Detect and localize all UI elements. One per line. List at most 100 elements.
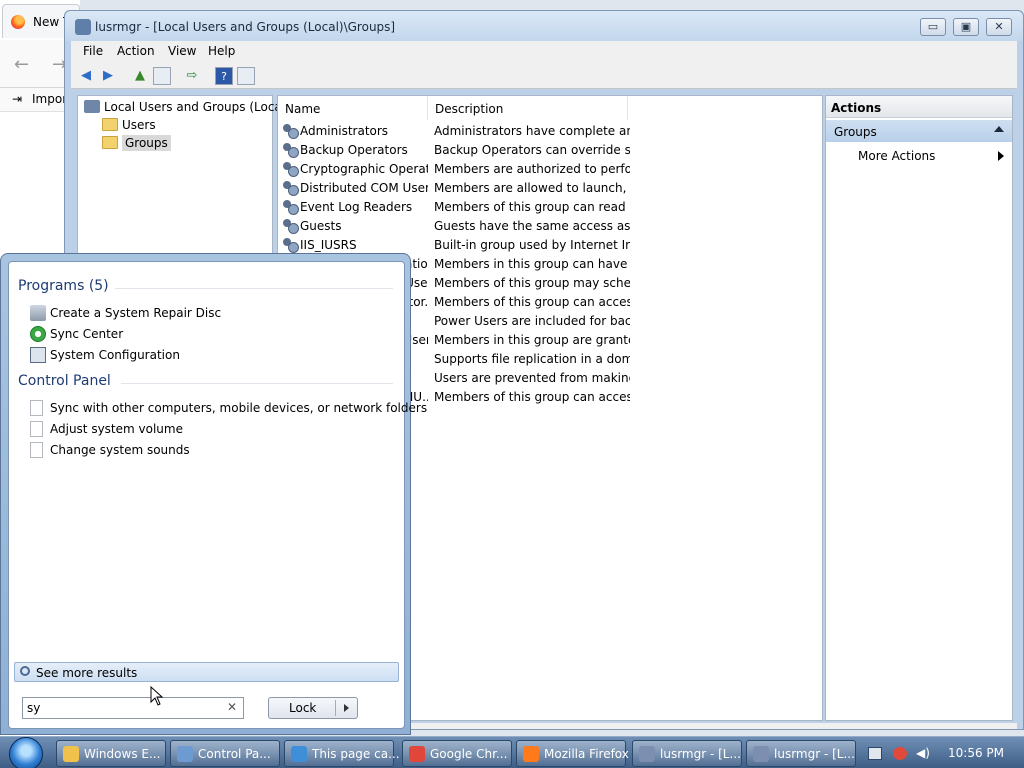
forward-icon[interactable]: ▶ (99, 67, 117, 85)
table-row[interactable]: Event Log Readers Members of this group c… (282, 198, 802, 217)
group-description: Guests have the same access as m... (434, 219, 630, 233)
group-description: Backup Operators can override se... (434, 143, 630, 157)
title-bar[interactable]: lusrmgr - [Local Users and Groups (Local… (65, 11, 1023, 41)
group-name: Cryptographic Operat... (300, 162, 428, 176)
taskbar-app-icon (63, 746, 79, 762)
group-icon (282, 237, 299, 253)
taskbar: Windows E... Control Pa... This page ca...… (0, 736, 1024, 768)
collapse-icon[interactable] (994, 126, 1004, 132)
taskbar-button[interactable]: This page ca... (284, 740, 400, 767)
action-center-icon[interactable] (893, 747, 907, 760)
taskbar-button-label: lusrmgr - [L... (774, 747, 855, 761)
menu-view[interactable]: View (168, 44, 196, 58)
programs-header: Programs (5) (18, 278, 109, 294)
group-name: Administrators (300, 124, 389, 138)
actions-group-groups[interactable]: Groups (826, 120, 1012, 142)
start-menu: Programs (5) Create a System Repair Disc… (0, 253, 427, 735)
import-bookmark[interactable]: Impor (32, 92, 67, 106)
start-search-box[interactable]: ✕ (22, 697, 244, 719)
toolbar: ◀ ▶ ▲ ⇨ ? (71, 63, 1017, 89)
group-icon (282, 218, 299, 234)
tree-item-users[interactable]: Users (102, 118, 156, 132)
firefox-icon (11, 15, 25, 29)
start-search-input[interactable] (27, 700, 217, 716)
group-description: Power Users are included for back... (434, 314, 630, 328)
export-list-icon[interactable]: ⇨ (183, 67, 201, 85)
taskbar-button[interactable]: Google Chr... (402, 740, 512, 767)
group-name: Guests (300, 219, 342, 233)
taskbar-button-label: Control Pa... (198, 747, 271, 761)
result-label: Sync with other computers, mobile device… (50, 401, 428, 415)
column-header-description[interactable]: Description (428, 96, 628, 120)
menu-help[interactable]: Help (208, 44, 235, 58)
group-description: Members of this group may sche... (434, 276, 630, 290)
taskbar-button-label: lusrmgr - [L... (660, 747, 741, 761)
taskbar-button[interactable]: Mozilla Firefox (516, 740, 629, 767)
group-icon (282, 199, 299, 215)
table-row[interactable]: Distributed COM Users Members are allowed… (282, 179, 802, 198)
help-icon[interactable]: ? (215, 67, 233, 85)
result-label: Sync Center (50, 327, 124, 341)
taskbar-button-label: Google Chr... (430, 747, 508, 761)
taskbar-button-label: Windows E... (84, 747, 161, 761)
result-label: Create a System Repair Disc (50, 306, 222, 320)
volume-icon[interactable]: ◀) (916, 747, 930, 760)
group-name: IIS_IUSRS (300, 238, 357, 252)
tree-root-label: Local Users and Groups (Local) (104, 100, 290, 114)
table-row[interactable]: Cryptographic Operat... Members are autho… (282, 160, 802, 179)
group-description: Administrators have complete an... (434, 124, 630, 138)
taskbar-button[interactable]: lusrmgr - [L... (746, 740, 856, 767)
see-more-results[interactable]: See more results (14, 662, 399, 682)
lock-button[interactable]: Lock (268, 697, 358, 719)
group-icon (282, 123, 299, 139)
actions-header: Actions (826, 96, 1012, 118)
users-groups-icon (84, 100, 100, 113)
actions-group-label: Groups (834, 125, 877, 139)
taskbar-app-icon (409, 746, 425, 762)
back-arrow-icon[interactable]: ← (14, 54, 29, 75)
taskbar-button[interactable]: Control Pa... (170, 740, 280, 767)
divider (115, 288, 393, 289)
clear-search-icon[interactable]: ✕ (227, 700, 237, 714)
table-row[interactable]: Guests Guests have the same access as m..… (282, 217, 802, 236)
clock[interactable]: 10:56 PM (948, 746, 1004, 760)
menu-file[interactable]: File (83, 44, 103, 58)
taskbar-button-label: Mozilla Firefox (544, 747, 629, 761)
tree-item-groups[interactable]: Groups (102, 135, 171, 151)
close-button[interactable]: ✕ (986, 18, 1012, 36)
taskbar-app-icon (753, 746, 769, 762)
tree-root[interactable]: Local Users and Groups (Local) (84, 100, 290, 114)
group-description: Members in this group can have s... (434, 257, 630, 271)
divider (335, 700, 336, 716)
table-row[interactable]: Backup Operators Backup Operators can ove… (282, 141, 802, 160)
taskbar-button[interactable]: Windows E... (56, 740, 166, 767)
group-description: Members in this group are grante... (434, 333, 630, 347)
shutdown-options-arrow-icon[interactable] (344, 704, 349, 712)
minimize-button[interactable]: ▭ (920, 18, 946, 36)
column-header-description-label: Description (435, 102, 504, 116)
menu-action[interactable]: Action (117, 44, 155, 58)
network-icon[interactable] (868, 747, 882, 760)
back-icon[interactable]: ◀ (77, 67, 95, 85)
maximize-button[interactable]: ▣ (953, 18, 979, 36)
control-panel-item-icon (30, 421, 43, 437)
table-row[interactable]: Administrators Administrators have comple… (282, 122, 802, 141)
control-panel-item-icon (30, 442, 43, 458)
more-actions-item[interactable]: More Actions (858, 149, 935, 163)
folder-icon (102, 118, 118, 131)
column-header-name-label: Name (285, 102, 321, 116)
search-icon (20, 666, 30, 676)
show-hide-tree-icon[interactable] (153, 67, 171, 85)
up-folder-icon[interactable]: ▲ (131, 67, 149, 85)
group-description: Users are prevented from making ... (434, 371, 630, 385)
column-header-name[interactable]: Name (278, 96, 428, 120)
taskbar-button[interactable]: lusrmgr - [L... (632, 740, 742, 767)
start-button[interactable] (6, 737, 44, 768)
group-name: Backup Operators (300, 143, 408, 157)
submenu-arrow-icon (998, 151, 1004, 161)
group-icon (282, 161, 299, 177)
show-hide-action-pane-icon[interactable] (237, 67, 255, 85)
system-configuration-icon (30, 347, 46, 363)
repair-disc-icon (30, 305, 46, 321)
taskbar-app-icon (291, 746, 307, 762)
